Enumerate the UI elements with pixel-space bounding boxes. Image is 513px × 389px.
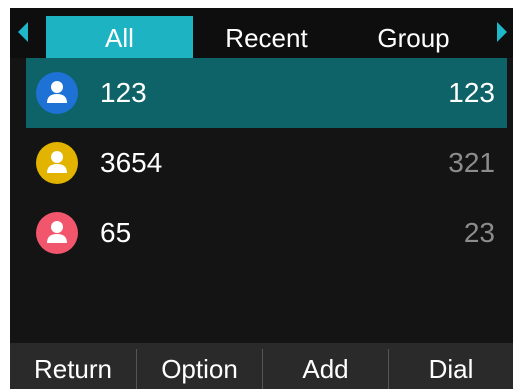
contact-name: 123 bbox=[100, 77, 147, 108]
softkey-bar: Return Option Add Dial bbox=[10, 343, 513, 389]
contact-row[interactable]: 123 123 bbox=[26, 58, 507, 128]
person-head bbox=[51, 221, 63, 233]
dial-button[interactable]: Dial bbox=[389, 343, 513, 389]
add-button[interactable]: Add bbox=[263, 343, 388, 389]
option-button[interactable]: Option bbox=[137, 343, 262, 389]
person-head bbox=[51, 81, 63, 93]
tab-right-arrow-icon[interactable] bbox=[497, 22, 507, 42]
phone-screen: All Recent Group 123 123 3654 321 65 23 … bbox=[10, 8, 513, 389]
tab-left-arrow-icon[interactable] bbox=[18, 22, 28, 42]
contact-avatar-icon bbox=[36, 142, 78, 184]
contact-row[interactable]: 3654 321 bbox=[26, 128, 507, 198]
tab-all[interactable]: All bbox=[46, 16, 193, 58]
contact-avatar-icon bbox=[36, 72, 78, 114]
contact-number: 123 bbox=[448, 77, 495, 108]
contact-list: 123 123 3654 321 65 23 bbox=[26, 58, 507, 268]
contact-name: 65 bbox=[100, 217, 132, 248]
contact-name: 3654 bbox=[100, 147, 163, 178]
person-head bbox=[51, 151, 63, 163]
tab-bar: All Recent Group bbox=[10, 8, 513, 58]
contact-row[interactable]: 65 23 bbox=[26, 198, 507, 268]
contact-number: 321 bbox=[448, 147, 495, 178]
contact-number: 23 bbox=[463, 217, 495, 248]
contact-avatar-icon bbox=[36, 212, 78, 254]
tab-recent[interactable]: Recent bbox=[193, 16, 340, 58]
return-button[interactable]: Return bbox=[10, 343, 136, 389]
tab-group[interactable]: Group bbox=[340, 16, 487, 58]
